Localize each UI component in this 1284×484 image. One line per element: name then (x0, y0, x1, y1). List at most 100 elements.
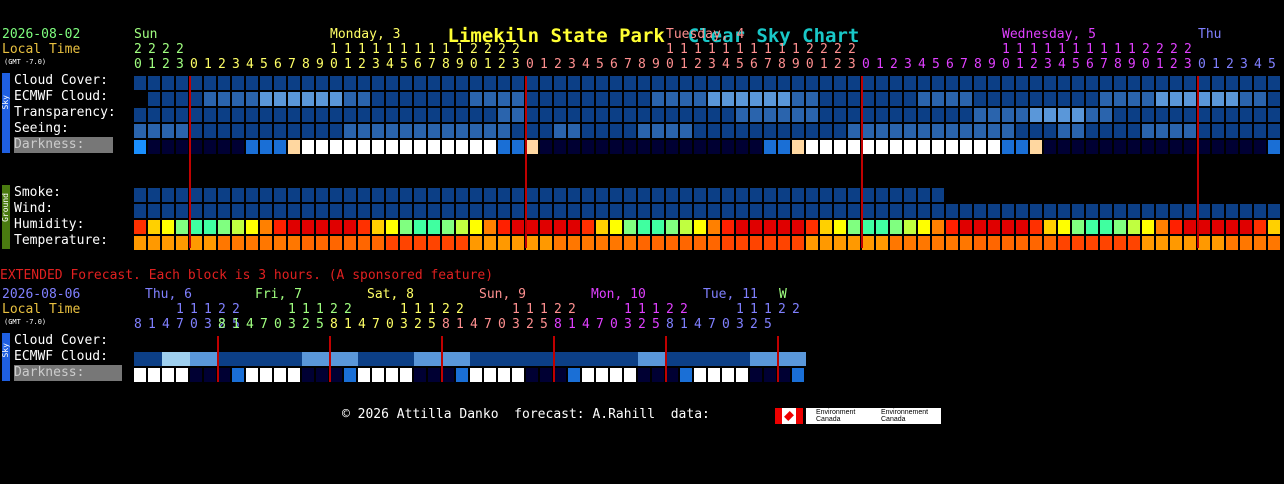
smoke-cell (190, 188, 202, 202)
sky-cell (162, 92, 174, 106)
ext-ecmwf-cell (372, 352, 386, 366)
temperature-cell (876, 236, 888, 250)
temperature-cell (246, 236, 258, 250)
sky-cell (428, 108, 440, 122)
temperature-label: Temperature: (14, 233, 108, 248)
temperature-cell (918, 236, 930, 250)
sky-cell (1100, 124, 1112, 138)
darkness-cell (302, 140, 314, 154)
wind-cell (666, 204, 678, 218)
wind-cell (1268, 204, 1280, 218)
footer-credits[interactable]: © 2026 Attilla Danko forecast: A.Rahill … (342, 407, 710, 423)
smoke-cell (288, 188, 300, 202)
sky-cell (680, 76, 692, 90)
sky-cell (918, 108, 930, 122)
sky-cell (988, 92, 1000, 106)
sky-cell (246, 92, 258, 106)
sky-cell (1212, 92, 1224, 106)
darkness-cell (1198, 140, 1210, 154)
sky-cell (764, 92, 776, 106)
temperature-cell (708, 236, 720, 250)
darkness-cell (344, 140, 356, 154)
sky-cell (694, 92, 706, 106)
extended-date: 2026-08-06 (2, 287, 81, 302)
sky-cell (512, 124, 524, 138)
humidity-cell (652, 220, 664, 234)
sky-cell (232, 124, 244, 138)
darkness-cell (554, 140, 566, 154)
sky-cell (1268, 76, 1280, 90)
sky-cell (344, 108, 356, 122)
ext-ecmwf-cell (666, 352, 680, 366)
day-label: Sun, 9 (479, 287, 526, 302)
wind-cell (638, 204, 650, 218)
sky-cell (1142, 92, 1154, 106)
humidity-cell (1198, 220, 1210, 234)
ext-day-separator (777, 336, 779, 382)
humidity-cell (218, 220, 230, 234)
sky-cell (1268, 108, 1280, 122)
ext-ecmwf-cell (708, 352, 722, 366)
ext-darkness-cell (274, 368, 286, 382)
ext-darkness-cell (610, 368, 622, 382)
sky-cell (274, 124, 286, 138)
humidity-cell (484, 220, 496, 234)
sky-cell (960, 124, 972, 138)
extended-banner[interactable]: EXTENDED Forecast. Each block is 3 hours… (0, 268, 493, 284)
darkness-cell (498, 140, 510, 154)
ext-cloud-cover-label: Cloud Cover: (14, 333, 108, 348)
darkness-cell (232, 140, 244, 154)
humidity-cell (862, 220, 874, 234)
sky-cell (876, 76, 888, 90)
temperature-cell (904, 236, 916, 250)
humidity-cell (302, 220, 314, 234)
humidity-cell (162, 220, 174, 234)
smoke-cell (638, 188, 650, 202)
sky-cell (302, 92, 314, 106)
wind-cell (400, 204, 412, 218)
darkness-cell (330, 140, 342, 154)
wind-cell (204, 204, 216, 218)
ext-darkness-cell (624, 368, 636, 382)
wind-cell (540, 204, 552, 218)
ext-darkness-cell (540, 368, 552, 382)
sky-cell (1184, 124, 1196, 138)
wind-cell (1254, 204, 1266, 218)
header-digits: 11111111112222 (330, 42, 526, 57)
sky-cell (652, 108, 664, 122)
darkness-cell (792, 140, 804, 154)
darkness-label: Darkness: (14, 137, 113, 153)
temperature-cell (1128, 236, 1140, 250)
temperature-cell (1114, 236, 1126, 250)
sky-cell (554, 76, 566, 90)
ext-darkness-cell (680, 368, 692, 382)
sky-cell (1072, 124, 1084, 138)
darkness-cell (1016, 140, 1028, 154)
smoke-cell (414, 188, 426, 202)
ext-darkness-cell (400, 368, 412, 382)
sky-cell (526, 108, 538, 122)
sky-cell (694, 76, 706, 90)
sky-cell (442, 76, 454, 90)
humidity-cell (932, 220, 944, 234)
ext-darkness-cell (596, 368, 608, 382)
ext-ecmwf-cell (246, 352, 260, 366)
humidity-cell (274, 220, 286, 234)
sky-cell (1254, 92, 1266, 106)
temperature-cell (946, 236, 958, 250)
darkness-cell (680, 140, 692, 154)
humidity-cell (624, 220, 636, 234)
humidity-cell (806, 220, 818, 234)
sky-cell (176, 92, 188, 106)
temperature-cell (316, 236, 328, 250)
sky-cell (1072, 76, 1084, 90)
ext-ecmwf-cell (610, 352, 624, 366)
darkness-cell (162, 140, 174, 154)
environment-canada-logo[interactable]: Environment Canada Environnement Canada (806, 408, 941, 424)
sky-cell (1198, 76, 1210, 90)
sky-cell (484, 92, 496, 106)
wind-cell (470, 204, 482, 218)
sky-cell (1114, 124, 1126, 138)
temperature-cell (750, 236, 762, 250)
ext-darkness-cell (498, 368, 510, 382)
